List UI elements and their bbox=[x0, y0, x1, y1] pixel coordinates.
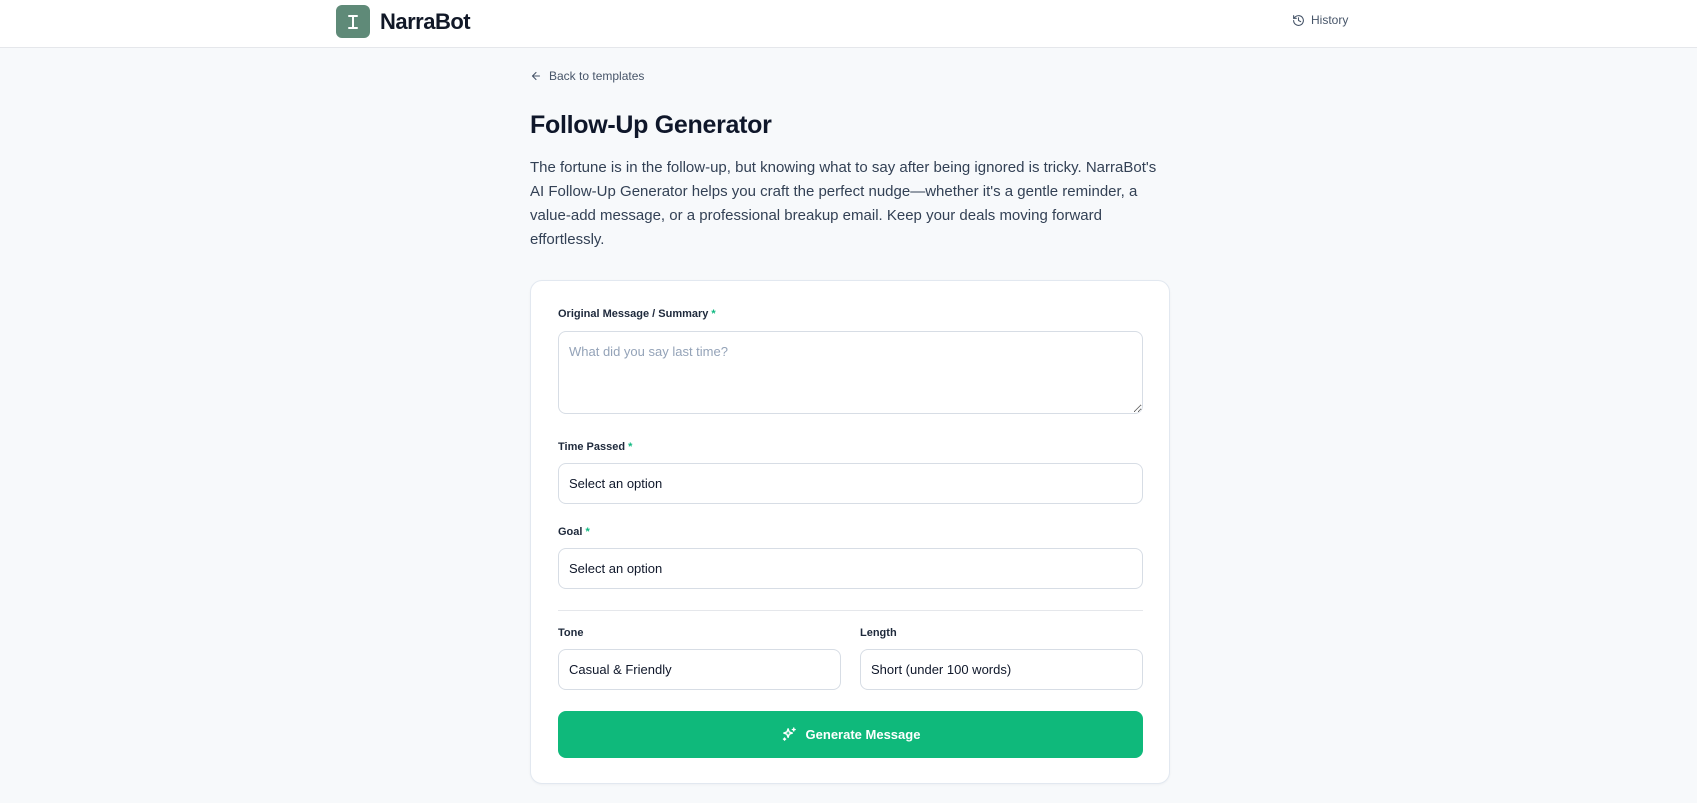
brand[interactable]: NarraBot bbox=[336, 5, 471, 38]
length-label: Length bbox=[860, 627, 897, 639]
top-bar: NarraBot History bbox=[0, 0, 1697, 48]
required-mark: * bbox=[628, 441, 633, 453]
divider bbox=[558, 610, 1143, 611]
history-clock-icon bbox=[1293, 14, 1304, 26]
goal-value: Select an option bbox=[569, 561, 663, 576]
sparkles-icon bbox=[782, 727, 796, 741]
history-label: History bbox=[1311, 13, 1349, 27]
length-value: Short (under 100 words) bbox=[871, 662, 1012, 677]
back-label: Back to templates bbox=[549, 69, 645, 83]
back-to-templates-link[interactable]: Back to templates bbox=[530, 69, 644, 83]
brand-name: NarraBot bbox=[380, 8, 471, 34]
required-mark: * bbox=[711, 308, 716, 320]
goal-label-text: Goal bbox=[558, 526, 583, 538]
logo-icon bbox=[336, 5, 370, 38]
goal-label: Goal * bbox=[558, 526, 590, 538]
history-link[interactable]: History bbox=[1292, 13, 1348, 27]
original-message-label-text: Original Message / Summary bbox=[558, 308, 709, 320]
original-message-label: Original Message / Summary * bbox=[558, 308, 716, 320]
time-passed-label-text: Time Passed bbox=[558, 441, 626, 453]
time-passed-select[interactable]: Select an option bbox=[558, 463, 1143, 504]
original-message-input[interactable] bbox=[558, 331, 1143, 414]
time-passed-label: Time Passed * bbox=[558, 441, 632, 453]
tone-value: Casual & Friendly bbox=[569, 662, 672, 677]
page-description: The fortune is in the follow-up, but kno… bbox=[530, 159, 1157, 248]
form-card: Original Message / Summary* Time Passed*… bbox=[530, 280, 1170, 784]
length-select[interactable]: Short (under 100 words) bbox=[860, 649, 1143, 690]
tone-select[interactable]: Casual & Friendly bbox=[558, 649, 841, 690]
tone-label: Tone bbox=[558, 627, 584, 639]
page-title: Follow-Up Generator bbox=[530, 111, 772, 139]
required-mark: * bbox=[585, 526, 590, 538]
generate-label: Generate Message bbox=[805, 727, 921, 742]
goal-select[interactable]: Select an option bbox=[558, 548, 1143, 589]
arrow-left-icon bbox=[531, 71, 541, 81]
time-passed-value: Select an option bbox=[569, 476, 663, 491]
generate-message-button[interactable]: Generate Message bbox=[558, 711, 1143, 758]
